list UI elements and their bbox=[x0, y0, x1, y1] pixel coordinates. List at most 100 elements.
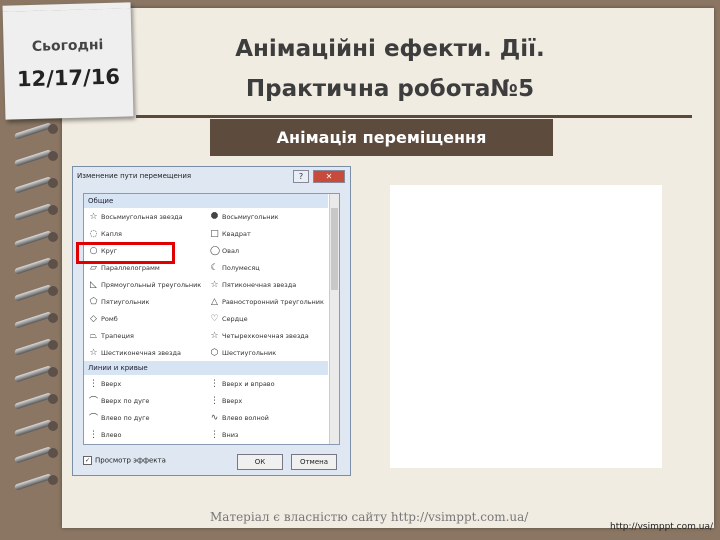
spiral-ring bbox=[14, 417, 62, 439]
list-item-label: Вверх и вправо bbox=[222, 379, 275, 388]
today-label: Сьогодні bbox=[31, 37, 104, 55]
list-item-label: Пятиугольник bbox=[101, 297, 150, 306]
arc-icon: ⌒ bbox=[89, 397, 99, 407]
list-item[interactable]: ☆ Четырехконечная звезда bbox=[205, 327, 326, 344]
motion-path-list[interactable]: Общие ☆ Восьмиугольная звезда ⯃ Восьмиугольн… bbox=[83, 193, 340, 445]
preview-checkbox[interactable]: ✓ Просмотр эффекта bbox=[83, 456, 166, 465]
list-group-header: Линии и кривые bbox=[84, 361, 328, 375]
list-item-label: Сердце bbox=[222, 314, 248, 323]
list-item-label: Вниз bbox=[222, 430, 239, 439]
list-item-label: Прямоугольный треугольник bbox=[101, 280, 202, 289]
line-icon: ⋮ bbox=[89, 378, 98, 389]
spiral-ring bbox=[14, 228, 62, 250]
list-body: Общие ☆ Восьмиугольная звезда ⯃ Восьмиугольн… bbox=[84, 194, 339, 443]
list-item-label: Восьмиугольная звезда bbox=[101, 212, 183, 221]
spiral-ring bbox=[14, 174, 62, 196]
spiral-ring bbox=[14, 363, 62, 385]
line-icon: ⋮ bbox=[210, 395, 219, 406]
site-url[interactable]: http://vsimppt.com.ua/ bbox=[610, 522, 713, 532]
list-row: ⏢ Трапеция ☆ Четырехконечная звезда bbox=[84, 327, 326, 344]
list-item[interactable]: ⋮ Вверх и вправо bbox=[205, 375, 326, 392]
list-item-label: Овал bbox=[222, 246, 240, 255]
list-item-label: Влево волной bbox=[222, 413, 269, 422]
list-item[interactable]: ◌ Капля bbox=[84, 225, 205, 242]
white-shape-area bbox=[390, 185, 662, 468]
page-title-line1: Анімаційні ефекти. Дії. bbox=[235, 36, 545, 62]
oval-icon: ◯ bbox=[210, 245, 221, 256]
list-item-label: Вверх bbox=[222, 396, 243, 405]
list-item-label: Ромб bbox=[101, 314, 118, 323]
pentagon-icon: ⬠ bbox=[89, 296, 98, 307]
close-button[interactable]: ✕ bbox=[313, 170, 345, 183]
list-row: ⌒ Влево по дуге ∿ Влево волной bbox=[84, 409, 326, 426]
square-icon: □ bbox=[210, 228, 219, 239]
list-item[interactable]: ♡ Сердце bbox=[205, 310, 326, 327]
drop-icon: ◌ bbox=[89, 228, 98, 239]
list-item-label: Четырехконечная звезда bbox=[222, 331, 309, 340]
dialog-title: Изменение пути перемещения bbox=[77, 172, 192, 180]
spiral-ring bbox=[14, 201, 62, 223]
list-item[interactable]: △ Равносторонний треугольник bbox=[205, 293, 326, 310]
star-icon: ☆ bbox=[89, 347, 98, 358]
list-row: ◌ Капля □ Квадрат bbox=[84, 225, 326, 242]
spiral-ring bbox=[14, 120, 62, 142]
list-scrollbar[interactable] bbox=[329, 194, 339, 444]
list-item[interactable]: ◯ Овал bbox=[205, 242, 326, 259]
arc-icon: ⌒ bbox=[89, 414, 99, 424]
preview-label: Просмотр эффекта bbox=[95, 456, 166, 465]
highlight-box bbox=[76, 242, 175, 264]
list-item[interactable]: ∿ Влево волной bbox=[205, 409, 326, 426]
list-item-label: Квадрат bbox=[222, 229, 251, 238]
list-item-label: Шестиугольник bbox=[222, 348, 277, 357]
date-value: 12/17/16 bbox=[16, 64, 121, 92]
help-button[interactable]: ? bbox=[293, 170, 309, 183]
spiral-ring bbox=[14, 390, 62, 412]
ok-button[interactable]: ОК bbox=[237, 454, 283, 470]
spiral-ring bbox=[14, 444, 62, 466]
line-icon: ⋮ bbox=[210, 429, 219, 440]
heart-icon: ♡ bbox=[210, 313, 219, 324]
list-item[interactable]: ☆ Пятиконечная звезда bbox=[205, 276, 326, 293]
list-item[interactable]: ⋮ Влево bbox=[84, 426, 205, 443]
checkbox-box[interactable]: ✓ bbox=[83, 456, 92, 465]
list-item-label: Капля bbox=[101, 229, 122, 238]
list-item-label: Восьмиугольник bbox=[222, 212, 279, 221]
list-row: ☆ Шестиконечная звезда ⬡ Шестиугольник bbox=[84, 344, 326, 361]
list-item-label: Полумесяц bbox=[222, 263, 260, 272]
list-item[interactable]: ⯃ Восьмиугольник bbox=[205, 208, 326, 225]
page-title-line2: Практична робота№5 bbox=[245, 76, 535, 102]
list-item-label: Параллелограмм bbox=[101, 263, 160, 272]
list-item[interactable]: ☆ Шестиконечная звезда bbox=[84, 344, 205, 361]
list-item[interactable]: ☆ Восьмиугольная звезда bbox=[84, 208, 205, 225]
right-triangle-icon: ◺ bbox=[90, 279, 97, 290]
motion-path-dialog[interactable]: Изменение пути перемещения ? ✕ Общие ☆ Вос… bbox=[72, 166, 351, 476]
spiral-ring bbox=[14, 255, 62, 277]
list-item[interactable]: ⋮ Вниз bbox=[205, 426, 326, 443]
list-item[interactable]: ⌒ Вверх по дуге bbox=[84, 392, 205, 409]
list-item[interactable]: ⬡ Шестиугольник bbox=[205, 344, 326, 361]
trapezoid-icon: ⏢ bbox=[89, 330, 98, 341]
line-icon: ⋮ bbox=[89, 429, 98, 440]
list-item[interactable]: ☾ Полумесяц bbox=[205, 259, 326, 276]
wave-icon: ∿ bbox=[210, 412, 219, 423]
octagon-icon: ⯃ bbox=[210, 211, 219, 222]
list-item[interactable]: ⋮ Вверх bbox=[205, 392, 326, 409]
list-item[interactable]: ◺ Прямоугольный треугольник bbox=[84, 276, 205, 293]
parallelogram-icon: ▱ bbox=[90, 262, 97, 273]
list-item-label: Шестиконечная звезда bbox=[101, 348, 181, 357]
list-row: ⬠ Пятиугольник △ Равносторонний треугольник bbox=[84, 293, 326, 310]
scrollbar-thumb[interactable] bbox=[331, 208, 338, 290]
list-item[interactable]: ◇ Ромб bbox=[84, 310, 205, 327]
list-row: ☆ Восьмиугольная звезда ⯃ Восьмиугольник bbox=[84, 208, 326, 225]
list-item[interactable]: ⬠ Пятиугольник bbox=[84, 293, 205, 310]
list-item[interactable]: ⏢ Трапеция bbox=[84, 327, 205, 344]
note-scallop-edge bbox=[2, 0, 131, 12]
diamond-icon: ◇ bbox=[90, 313, 97, 324]
list-item-label: Влево bbox=[101, 430, 122, 439]
cancel-button[interactable]: Отмена bbox=[291, 454, 337, 470]
list-item[interactable]: ⌒ Влево по дуге bbox=[84, 409, 205, 426]
list-item[interactable]: □ Квадрат bbox=[205, 225, 326, 242]
spiral-ring bbox=[14, 282, 62, 304]
section-banner: Анімація переміщення bbox=[210, 119, 553, 156]
list-item[interactable]: ⋮ Вверх bbox=[84, 375, 205, 392]
